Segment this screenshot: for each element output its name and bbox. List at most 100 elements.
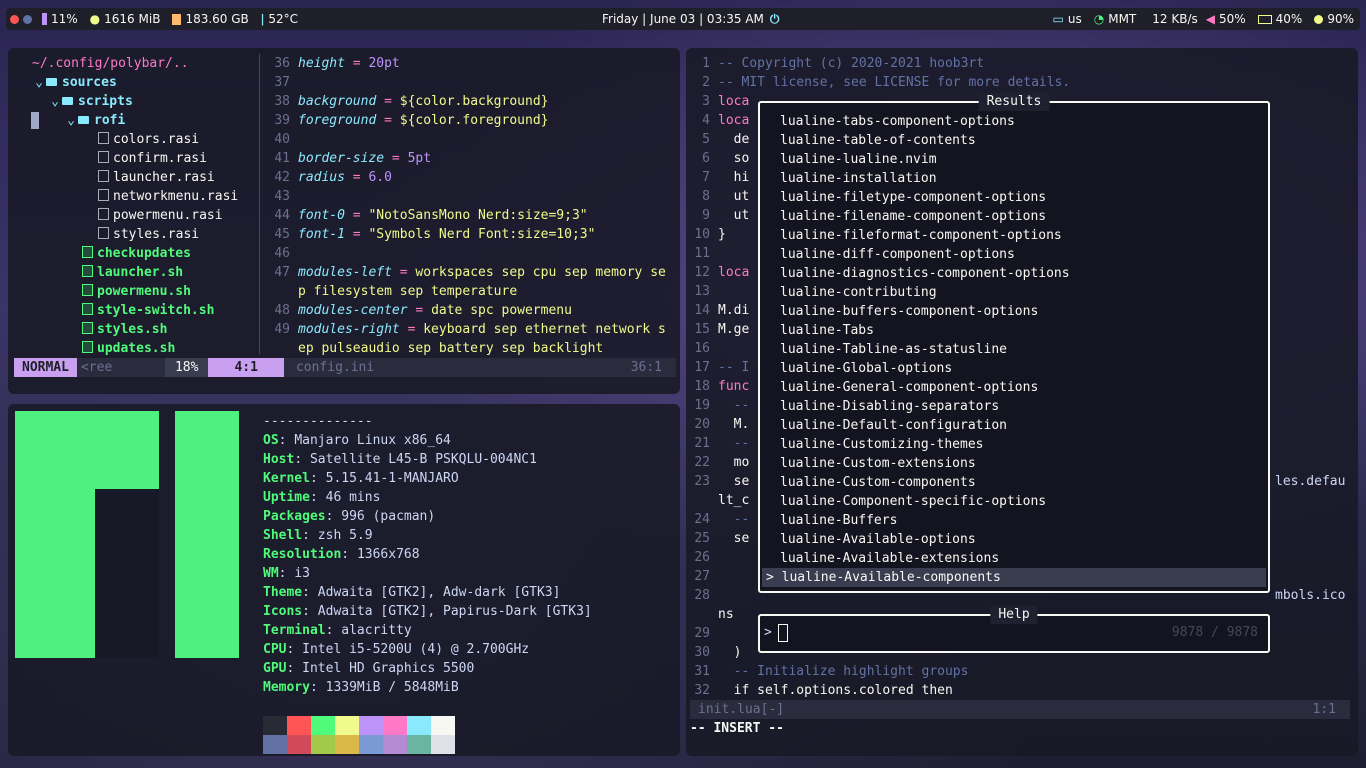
result-item[interactable]: lualine-Custom-components xyxy=(762,473,1266,492)
menu-chevron-icon[interactable] xyxy=(23,14,32,24)
power-menu-icon[interactable] xyxy=(10,14,19,24)
fetch-separator: -------------- xyxy=(263,414,373,429)
tree-file[interactable]: confirm.rasi xyxy=(8,149,260,168)
code-line: ep pulseaudio sep battery sep backlight xyxy=(262,339,678,358)
result-item[interactable]: lualine-installation xyxy=(762,169,1266,188)
line-number: 13 xyxy=(694,284,710,299)
code-text: se xyxy=(718,474,750,489)
result-item[interactable]: lualine-fileformat-component-options xyxy=(762,226,1266,245)
fetch-key: Packages xyxy=(263,509,326,524)
result-count: 9878 / 9878 xyxy=(1171,625,1258,640)
tree-file[interactable]: styles.sh xyxy=(8,320,260,339)
tree-file[interactable]: powermenu.rasi xyxy=(8,206,260,225)
result-item[interactable]: lualine-Default-configuration xyxy=(762,416,1266,435)
volume-level[interactable]: 50% xyxy=(1219,12,1246,26)
result-item[interactable]: > lualine-Available-components xyxy=(762,568,1266,587)
line-number: 36 xyxy=(274,56,290,71)
code-text: -- xyxy=(718,436,750,451)
tree-file[interactable]: launcher.sh xyxy=(8,263,260,282)
result-item[interactable]: lualine-Component-specific-options xyxy=(762,492,1266,511)
result-item[interactable]: lualine-Tabs xyxy=(762,321,1266,340)
search-input[interactable] xyxy=(777,623,788,642)
tree-file[interactable]: networkmenu.rasi xyxy=(8,187,260,206)
code-text: mo xyxy=(718,455,750,470)
result-item[interactable]: lualine-contributing xyxy=(762,283,1266,302)
brightness-level[interactable]: 90% xyxy=(1327,12,1354,26)
keyboard-layout[interactable]: us xyxy=(1068,12,1082,26)
code-text: -- xyxy=(718,512,750,527)
editor-window-config[interactable]: ~/.config/polybar/.. ⌄ sources ⌄ scripts ⌄… xyxy=(8,48,680,394)
telescope-results[interactable]: Results lualine-tabs-component-options lu… xyxy=(758,93,1270,593)
line-number: 21 xyxy=(694,436,710,451)
result-item[interactable]: lualine-Tabline-as-statusline xyxy=(762,340,1266,359)
result-item[interactable]: lualine-Available-options xyxy=(762,530,1266,549)
line-number: 8 xyxy=(702,189,710,204)
result-item[interactable]: lualine-Available-extensions xyxy=(762,549,1266,568)
result-label: lualine-contributing xyxy=(780,285,937,300)
telescope-prompt[interactable]: Help > 9878 / 9878 xyxy=(758,606,1270,653)
editor-window-lualine[interactable]: 1 -- Copyright (c) 2020-2021 hoob3rt 2 -- M… xyxy=(686,48,1358,756)
file-icon xyxy=(98,132,109,144)
fetch-row: Host: Satellite L45-B PSKQLU-004NC1 xyxy=(263,452,537,467)
result-item[interactable]: lualine-Custom-extensions xyxy=(762,454,1266,473)
fetch-row: GPU: Intel HD Graphics 5500 xyxy=(263,661,475,676)
tree-file[interactable]: updates.sh xyxy=(8,339,260,358)
network-name[interactable]: MMT xyxy=(1108,12,1136,26)
fetch-row: Packages: 996 (pacman) xyxy=(263,509,436,524)
result-label: lualine-buffers-component-options xyxy=(780,304,1039,319)
fetch-value: 5.15.41-1-MANJARO xyxy=(325,471,459,486)
result-item[interactable]: lualine-tabs-component-options xyxy=(762,112,1266,131)
line-number: 1 xyxy=(702,56,710,71)
code-text: M.di xyxy=(718,303,750,318)
tree-file[interactable]: styles.rasi xyxy=(8,225,260,244)
code-text: loca xyxy=(718,113,750,128)
manjaro-logo xyxy=(15,411,239,658)
tree-file[interactable]: style-switch.sh xyxy=(8,301,260,320)
result-item[interactable]: lualine-filetype-component-options xyxy=(762,188,1266,207)
code-value: p filesystem sep temperature xyxy=(298,284,518,299)
code-line: 39 foreground = ${color.foreground} xyxy=(262,111,678,130)
terminal-neofetch[interactable]: -------------- OS: Manjaro Linux x86_64 H… xyxy=(8,404,680,756)
tree-dir-rofi[interactable]: ⌄ rofi xyxy=(8,111,260,130)
result-item[interactable]: lualine-diff-component-options xyxy=(762,245,1266,264)
result-item[interactable]: lualine-General-component-options xyxy=(762,378,1266,397)
fetch-row: Theme: Adwaita [GTK2], Adw-dark [GTK3] xyxy=(263,585,561,600)
result-item[interactable]: lualine-lualine.nvim xyxy=(762,150,1266,169)
fetch-key: Shell xyxy=(263,528,303,543)
logo-block-inner xyxy=(95,489,159,658)
file-tree[interactable]: ~/.config/polybar/.. ⌄ sources ⌄ scripts ⌄… xyxy=(8,54,260,358)
thermometer-icon: ǀ xyxy=(260,12,265,26)
line-number: 47 xyxy=(274,265,290,280)
result-label: lualine-Available-components xyxy=(781,570,1001,585)
fetch-value: zsh 5.9 xyxy=(317,528,373,543)
tree-file[interactable]: colors.rasi xyxy=(8,130,260,149)
tree-dir-sources[interactable]: ⌄ sources xyxy=(8,73,260,92)
result-item[interactable]: lualine-Customizing-themes xyxy=(762,435,1266,454)
script-file-icon xyxy=(82,284,93,296)
code-line: 36 height = 20pt xyxy=(262,54,678,73)
result-item[interactable]: lualine-diagnostics-component-options xyxy=(762,264,1266,283)
code-key: modules-right xyxy=(298,322,400,337)
result-item[interactable]: lualine-Global-options xyxy=(762,359,1266,378)
tree-file[interactable]: checkupdates xyxy=(8,244,260,263)
code-value: ${color.foreground} xyxy=(399,113,549,128)
result-item[interactable]: lualine-table-of-contents xyxy=(762,131,1266,150)
result-item[interactable]: lualine-buffers-component-options xyxy=(762,302,1266,321)
tree-file[interactable]: powermenu.sh xyxy=(8,282,260,301)
tree-file[interactable]: launcher.rasi xyxy=(8,168,260,187)
result-item[interactable]: lualine-Buffers xyxy=(762,511,1266,530)
code-value: ep pulseaudio sep battery sep backlight xyxy=(298,341,604,356)
result-item[interactable]: lualine-Disabling-separators xyxy=(762,397,1266,416)
code-text: ut xyxy=(718,208,750,223)
code-line: 43 xyxy=(262,187,678,206)
result-label: lualine-Buffers xyxy=(780,513,898,528)
dir-label: rofi xyxy=(94,113,126,128)
power-icon[interactable]: ⏻ xyxy=(770,12,780,27)
cpu-icon xyxy=(42,13,47,25)
code-pane[interactable]: 36 height = 20pt 37 38 background = ${color.… xyxy=(262,54,678,358)
tree-root[interactable]: ~/.config/polybar/.. xyxy=(8,54,260,73)
code-text: ut xyxy=(718,189,750,204)
result-item[interactable]: lualine-filename-component-options xyxy=(762,207,1266,226)
tree-dir-scripts[interactable]: ⌄ scripts xyxy=(8,92,260,111)
mode-indicator: -- INSERT -- xyxy=(690,721,784,736)
